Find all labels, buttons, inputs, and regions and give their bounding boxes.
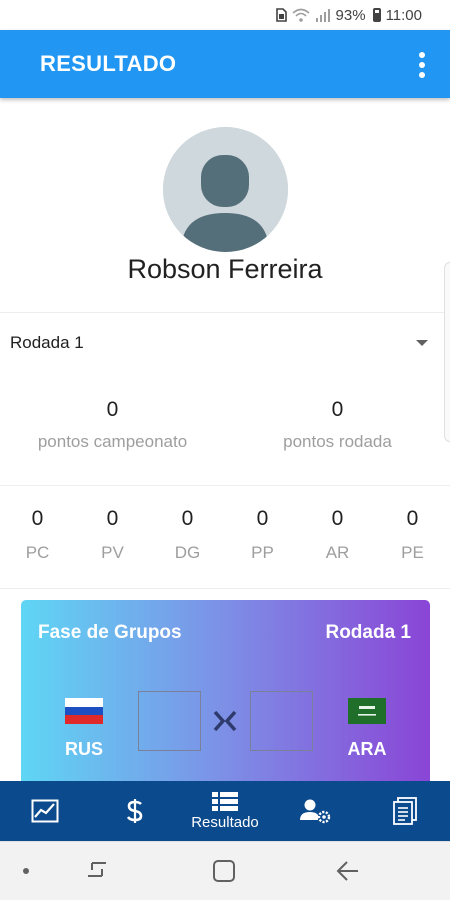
bottom-nav: Resultado (0, 781, 450, 841)
profile-name: Robson Ferreira (127, 254, 323, 284)
away-team-code: ARA (347, 739, 387, 759)
points-round-label: pontos rodada (283, 432, 392, 451)
nav-item-document[interactable] (360, 781, 450, 841)
avatar[interactable] (163, 127, 288, 252)
user-settings-icon (300, 799, 331, 824)
system-nav-bar (0, 841, 450, 900)
back-icon[interactable] (336, 860, 360, 882)
stat-value: 0 (331, 507, 344, 530)
stat-pc: 0 PC (0, 507, 75, 563)
stat-pp: 0 PP (225, 507, 300, 563)
battery-icon (372, 8, 381, 22)
stat-label: PP (251, 543, 274, 562)
nav-item-chart[interactable] (0, 781, 90, 841)
saudi-arabia-flag-icon (348, 698, 386, 724)
person-icon (163, 127, 288, 252)
chart-icon (31, 799, 59, 823)
stat-value: 0 (106, 507, 119, 530)
home-team: RUS (49, 698, 119, 760)
stat-pv: 0 PV (75, 507, 150, 563)
home-team-code: RUS (64, 739, 103, 759)
signal-icon (315, 9, 330, 22)
divider (0, 312, 450, 313)
nav-item-dollar[interactable] (90, 781, 180, 841)
page-title: RESULTADO (40, 51, 177, 76)
stat-label: AR (325, 543, 350, 562)
list-icon (212, 792, 238, 811)
home-icon[interactable] (212, 860, 236, 882)
points-championship-value: 0 (106, 398, 119, 421)
away-team: ARA (332, 698, 402, 760)
stat-value: 0 (406, 507, 419, 530)
clock: 11:00 (385, 6, 422, 24)
match-phase: Fase de Grupos (38, 622, 182, 643)
stats-row: 0 PC 0 PV 0 DG 0 PP 0 AR 0 PE (0, 507, 450, 563)
nav-item-user-settings[interactable] (270, 781, 360, 841)
russia-flag-icon (65, 698, 103, 724)
app-bar: RESULTADO (0, 30, 450, 98)
round-dropdown-value: Rodada 1 (10, 333, 84, 352)
stat-value: 0 (181, 507, 194, 530)
screen: 93% 11:00 RESULTADO Robson Ferreira Roda… (0, 0, 450, 900)
round-dropdown[interactable]: Rodada 1 (0, 322, 440, 364)
nav-item-label: Resultado (191, 814, 259, 831)
stat-label: PC (25, 543, 50, 562)
away-score-input[interactable] (250, 691, 313, 751)
dollar-icon (126, 799, 143, 823)
recents-icon[interactable] (86, 860, 108, 880)
points-round: 0 pontos rodada (225, 398, 450, 452)
stat-pe: 0 PE (375, 507, 450, 563)
stat-dg: 0 DG (150, 507, 225, 563)
more-vert-icon[interactable] (408, 50, 436, 80)
match-round: Rodada 1 (325, 622, 411, 643)
wifi-icon (292, 8, 310, 22)
divider (0, 588, 450, 589)
stat-value: 0 (256, 507, 269, 530)
points-championship-label: pontos campeonato (37, 432, 188, 451)
dot-icon[interactable] (22, 867, 30, 875)
chevron-down-icon (416, 340, 428, 346)
divider (0, 485, 450, 486)
nav-item-resultado[interactable]: Resultado (180, 781, 270, 841)
stat-value: 0 (31, 507, 44, 530)
home-score-input[interactable] (138, 691, 201, 751)
stat-label: DG (174, 543, 201, 562)
match-card[interactable]: Fase de Grupos Rodada 1 RUS ARA (21, 600, 430, 800)
versus-icon (213, 710, 237, 732)
stat-label: PE (401, 543, 424, 562)
stat-label: PV (101, 543, 124, 562)
battery-percent: 93% (335, 6, 366, 24)
sim-icon (275, 8, 287, 22)
points-championship: 0 pontos campeonato (0, 398, 225, 452)
status-bar: 93% 11:00 (0, 0, 450, 30)
stat-ar: 0 AR (300, 507, 375, 563)
document-icon (393, 797, 417, 825)
points-round-value: 0 (331, 398, 344, 421)
